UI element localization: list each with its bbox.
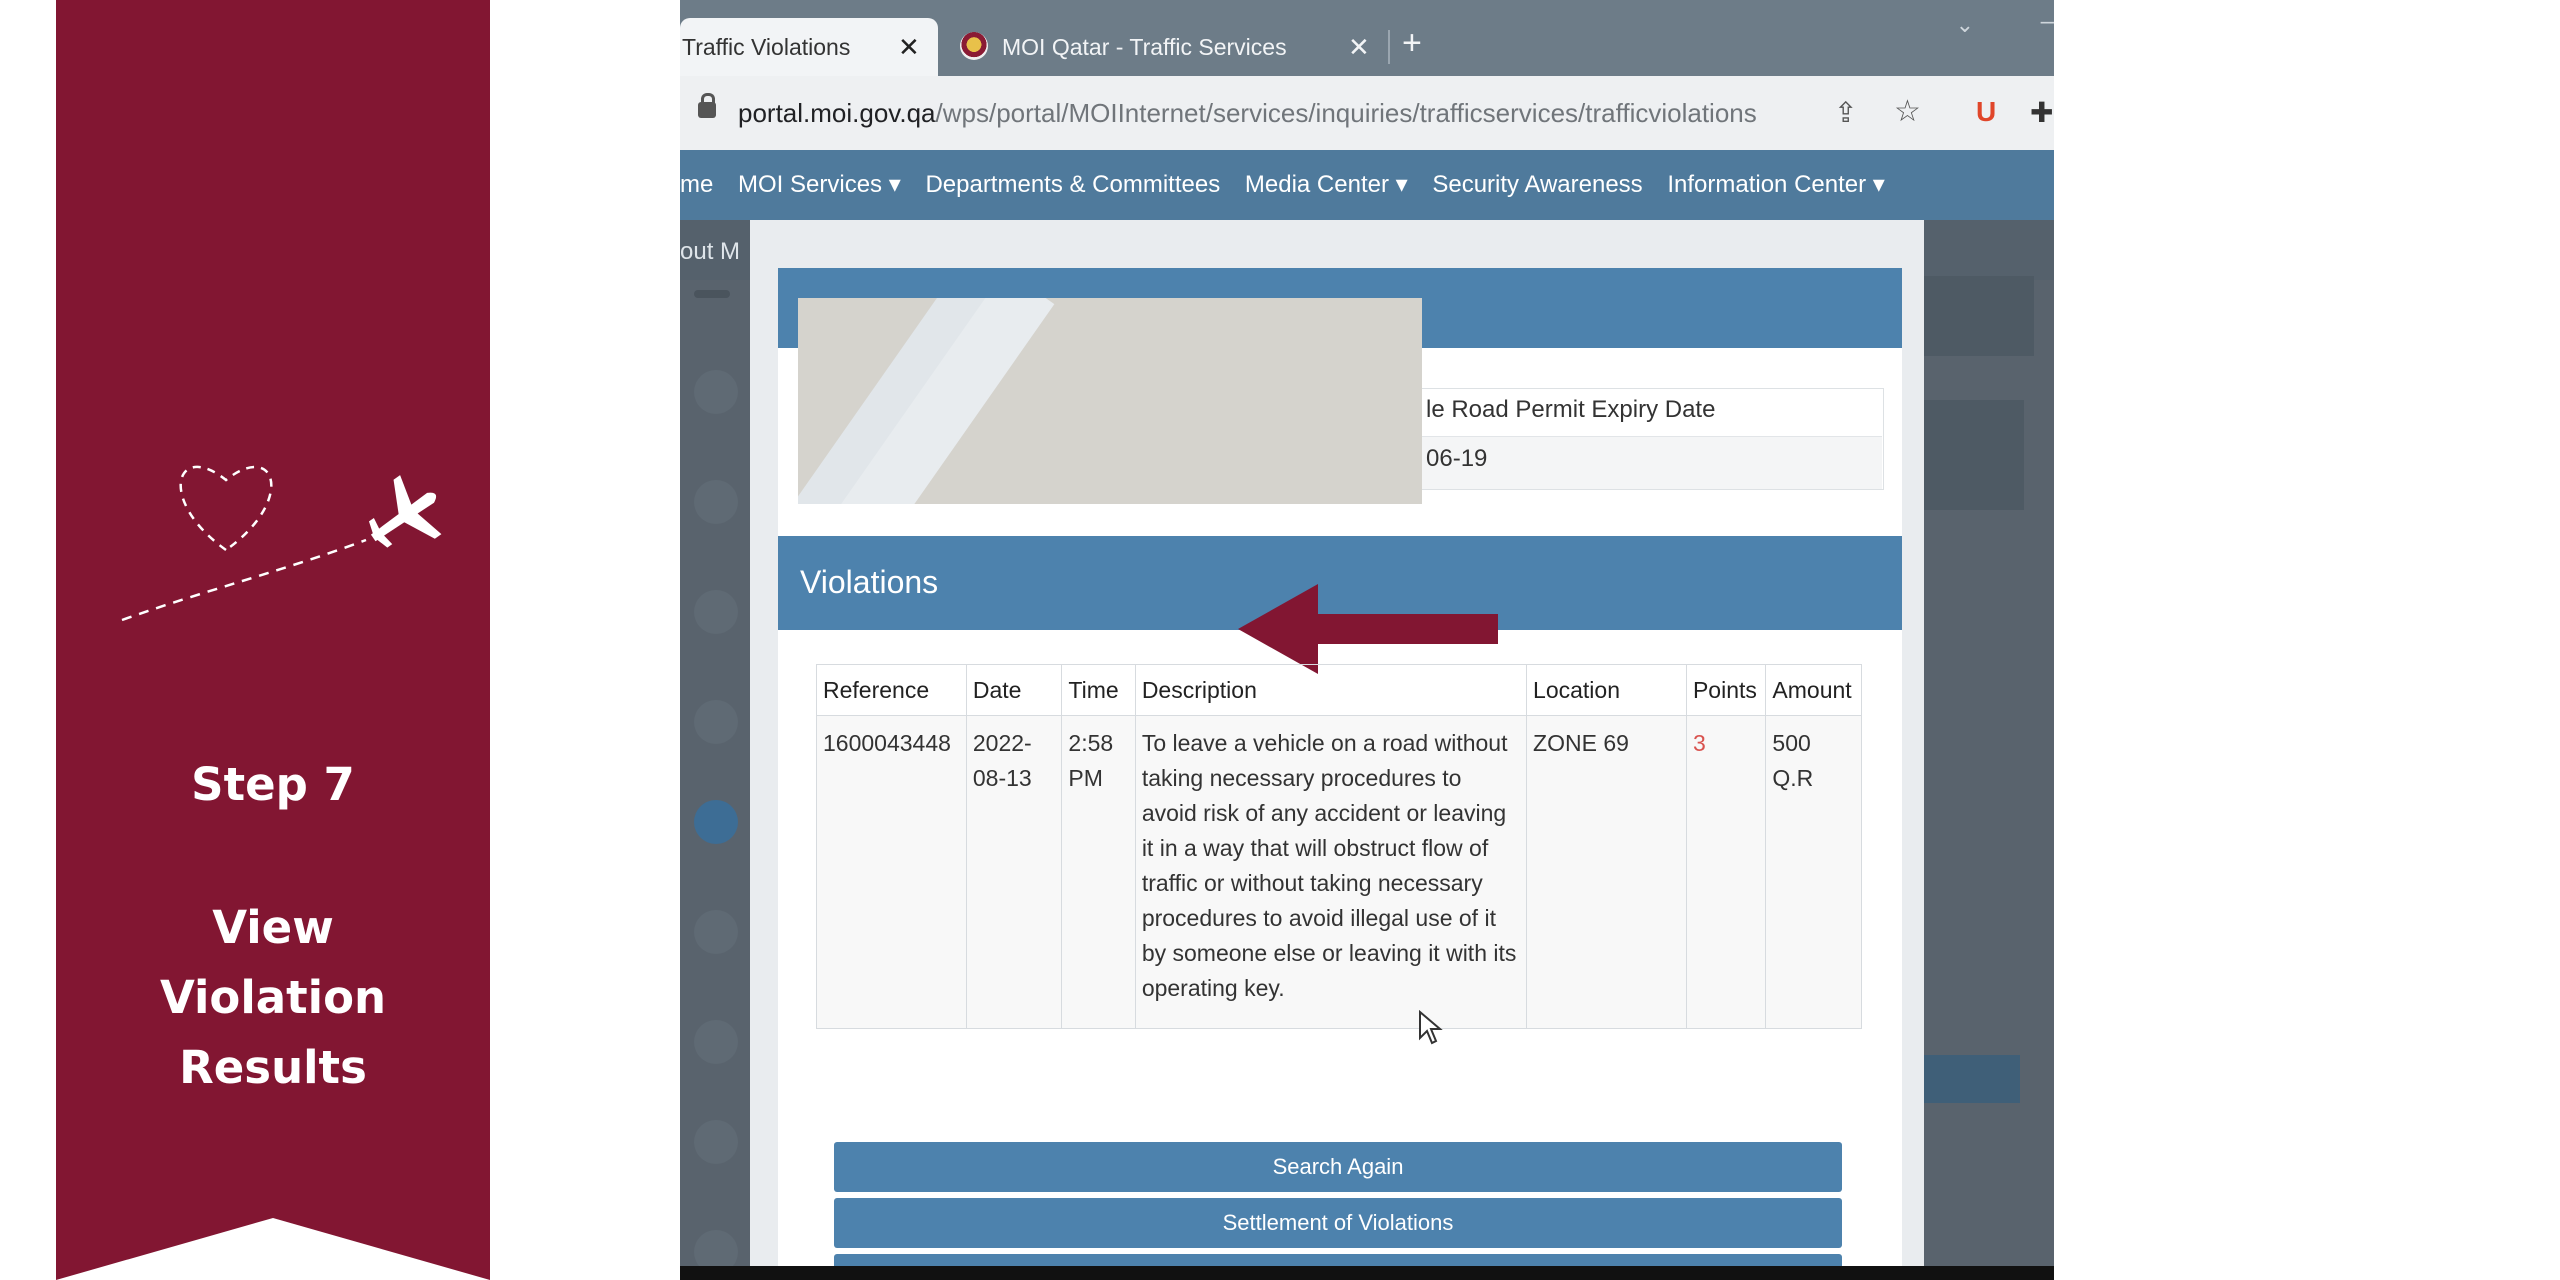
tab-title: MOI Qatar - Traffic Services	[1002, 34, 1287, 60]
chevron-down-icon[interactable]: ⌄	[1956, 12, 1974, 38]
tab-moi-qatar[interactable]: MOI Qatar - Traffic Services ✕	[958, 18, 1378, 76]
traffic-light-icon[interactable]	[694, 370, 738, 414]
col-amount: Amount	[1765, 664, 1862, 716]
permit-expiry-label: le Road Permit Expiry Date	[1426, 396, 1716, 423]
site-nav: me MOI Services ▾ Departments & Committe…	[680, 150, 2054, 220]
puzzle-icon[interactable]: ✚	[2030, 96, 2053, 129]
heart-airplane-icon	[121, 465, 442, 622]
close-icon[interactable]: ✕	[1348, 32, 1370, 63]
col-points: Points	[1686, 664, 1767, 716]
pointer-arrow-icon	[1238, 584, 1498, 674]
subnav-item-about[interactable]: out M	[680, 238, 740, 266]
star-icon[interactable]: ☆	[1894, 94, 1921, 129]
cell-points: 3	[1686, 715, 1767, 1029]
col-date: Date	[966, 664, 1063, 716]
cell-location: ZONE 69	[1526, 715, 1687, 1029]
step-title: View Violation Results	[159, 901, 387, 1094]
minimize-icon[interactable]: –	[2041, 8, 2054, 36]
tab-title: Traffic Violations	[682, 34, 851, 60]
step-banner: Step 7 View Violation Results	[56, 0, 490, 1280]
modal-content: le Road Permit Expiry Date 06-19 Violati…	[778, 268, 1902, 1280]
share-icon[interactable]: ⇪	[1834, 96, 1857, 129]
mouse-cursor-icon	[1419, 1010, 1443, 1045]
table-header-row: Reference Date Time Description Location…	[816, 664, 1862, 716]
nav-item-home[interactable]: me	[680, 171, 713, 198]
col-location: Location	[1526, 664, 1687, 716]
cell-reference: 1600043448	[816, 715, 967, 1029]
col-reference: Reference	[816, 664, 967, 716]
settlement-button[interactable]: Settlement of Violations	[834, 1198, 1842, 1248]
tab-separator	[1388, 30, 1390, 64]
col-description: Description	[1135, 664, 1528, 716]
cell-amount: 500 Q.R	[1765, 715, 1862, 1029]
permit-expiry-value: 06-19	[1426, 445, 1488, 472]
background-panel	[1924, 400, 2024, 510]
url-text[interactable]: portal.moi.gov.qa/wps/portal/MOIInternet…	[738, 98, 1757, 129]
lock-icon[interactable]	[698, 93, 716, 118]
nav-item-security-awareness[interactable]: Security Awareness	[1432, 171, 1642, 198]
table-row: 1600043448 2022-08-13 2:58 PM To leave a…	[816, 715, 1862, 1029]
cell-date: 2022-08-13	[966, 715, 1063, 1029]
url-path: /wps/portal/MOIInternet/services/inquiri…	[935, 98, 1757, 128]
nav-item-media-center[interactable]: Media Center ▾	[1245, 171, 1408, 198]
violations-title: Violations	[800, 564, 939, 600]
close-icon[interactable]: ✕	[898, 32, 920, 63]
nav-item-moi-services[interactable]: MOI Services ▾	[738, 171, 901, 198]
tab-traffic-violations[interactable]: Traffic Violations ✕	[680, 18, 938, 76]
extension-u-icon[interactable]: U	[1976, 96, 1996, 128]
moi-favicon-icon	[960, 32, 988, 60]
service-icon[interactable]	[694, 480, 738, 524]
vehicle-info-modal: le Road Permit Expiry Date 06-19 Violati…	[750, 220, 1924, 1280]
nav-item-information-center[interactable]: Information Center ▾	[1667, 171, 1884, 198]
cell-time: 2:58 PM	[1061, 715, 1136, 1029]
search-again-button[interactable]: Search Again	[834, 1142, 1842, 1192]
background-panel	[1924, 276, 2034, 356]
url-host: portal.moi.gov.qa	[738, 98, 936, 128]
menu-icon[interactable]	[694, 290, 730, 298]
chevron-down-icon[interactable]	[694, 1120, 738, 1164]
screen-edge	[680, 1266, 2054, 1280]
browser-window: Traffic Violations ✕ MOI Qatar - Traffic…	[680, 0, 2054, 1280]
truck-icon[interactable]	[694, 1020, 738, 1064]
new-tab-plus-icon[interactable]: +	[1402, 24, 1422, 63]
service-icon[interactable]	[694, 590, 738, 634]
step-label: Step 7	[191, 758, 355, 811]
background-button	[1924, 1055, 2020, 1103]
side-icon-column	[694, 280, 754, 1280]
cell-description: To leave a vehicle on a road without tak…	[1135, 715, 1528, 1029]
violations-table: Reference Date Time Description Location…	[816, 664, 1862, 1029]
col-time: Time	[1061, 664, 1136, 716]
alert-icon[interactable]	[694, 800, 738, 844]
service-icon[interactable]	[694, 910, 738, 954]
nav-item-departments[interactable]: Departments & Committees	[925, 171, 1220, 198]
service-icon[interactable]	[694, 700, 738, 744]
redaction-overlay	[798, 298, 1422, 504]
tab-bar: Traffic Violations ✕ MOI Qatar - Traffic…	[680, 0, 2054, 76]
